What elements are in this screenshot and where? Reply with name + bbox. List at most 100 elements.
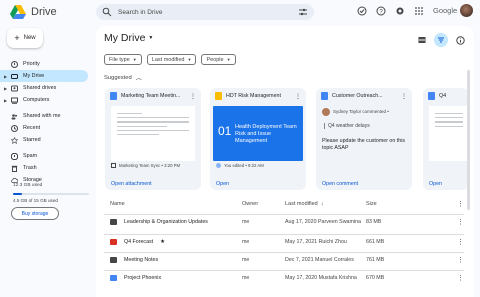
table-row[interactable]: Meeting Notes me Dec 7, 2021 Manuel Corr… <box>104 252 464 267</box>
column-owner[interactable]: Owner <box>242 201 258 207</box>
more-icon[interactable]: ⋮ <box>457 238 464 246</box>
sidebar-item-computers[interactable]: ▶ Computers <box>0 94 92 106</box>
more-icon[interactable]: ⋮ <box>457 274 464 282</box>
more-icon[interactable]: ⋮ <box>457 218 464 226</box>
more-icon[interactable]: ⋮ <box>190 93 196 100</box>
help-icon[interactable]: ? <box>376 6 386 16</box>
search-icon[interactable] <box>102 7 112 17</box>
sidebar-item-recent[interactable]: Recent <box>0 122 92 134</box>
more-icon[interactable]: ⋮ <box>401 93 407 100</box>
storage-progress-fill <box>13 193 23 195</box>
doc-icon <box>321 92 328 100</box>
card-header: Customer Outreach... ⋮ <box>316 88 412 104</box>
doc-icon <box>428 92 435 100</box>
shared-folder-icon <box>110 275 117 281</box>
ready-offline-icon[interactable] <box>357 6 367 16</box>
trash-icon <box>11 165 18 172</box>
plus-icon: + <box>14 32 20 43</box>
app-title: Drive <box>31 6 57 18</box>
table-row[interactable]: Q4 Forecast ★ me May 17, 2021 Ruichi Zhou… <box>104 234 464 249</box>
list-view-icon[interactable] <box>418 36 426 44</box>
more-icon[interactable]: ⋮ <box>457 200 464 208</box>
spam-icon <box>11 152 18 160</box>
open-link[interactable]: Open <box>210 178 229 190</box>
buy-storage-button[interactable]: Buy storage <box>11 207 59 220</box>
avatar[interactable] <box>460 4 473 17</box>
chip-people[interactable]: People ▼ <box>201 54 236 65</box>
drive-logo-icon <box>10 5 26 19</box>
search-bar[interactable]: Search in Drive <box>96 4 314 20</box>
slide-title: Health Deployment Team Risk and Issue Ma… <box>235 124 297 144</box>
card-header: Q4 <box>423 88 468 104</box>
card-header: HDT Risk Management ⋮ <box>210 88 306 104</box>
sort-arrow-icon: ↓ <box>320 201 324 207</box>
apps-grid-icon[interactable] <box>414 6 424 16</box>
sidebar-item-my-drive[interactable]: ▶ My Drive <box>0 70 88 82</box>
column-size[interactable]: Size <box>366 201 377 207</box>
computers-icon <box>11 97 18 104</box>
sidebar-item-trash[interactable]: Trash <box>0 162 92 174</box>
open-comment-link[interactable]: Open comment <box>316 178 358 190</box>
column-name[interactable]: Name <box>110 201 125 207</box>
sidebar-item-shared-with-me[interactable]: Shared with me <box>0 110 92 122</box>
doc-icon <box>110 92 117 100</box>
filter-toggle[interactable] <box>434 33 448 47</box>
search-options-icon[interactable] <box>298 7 308 17</box>
slide-number: 01 <box>218 124 232 138</box>
card-header: Marketing Team Meetin... ⋮ <box>105 88 201 104</box>
expand-icon[interactable]: ▶ <box>4 86 7 91</box>
card-meta: Marketing Team Sync • 3:20 PM <box>111 163 180 168</box>
document-preview <box>429 106 468 161</box>
new-button[interactable]: + New <box>7 28 43 48</box>
suggested-card[interactable]: HDT Risk Management ⋮ 01 Health Deployme… <box>210 88 306 190</box>
sidebar-item-shared-drives[interactable]: ▶ Shared drives <box>0 82 92 94</box>
open-link[interactable]: Open <box>423 178 442 190</box>
shared-with-me-icon <box>11 113 17 119</box>
recent-icon <box>11 124 18 132</box>
header-actions: ? <box>357 6 424 16</box>
starred-icon <box>11 136 18 144</box>
sidebar-nav: Priority ▶ My Drive ▶ Shared drives ▶ Co… <box>0 58 92 186</box>
settings-icon[interactable] <box>395 6 405 16</box>
new-button-label: New <box>23 35 36 41</box>
expand-icon[interactable]: ▶ <box>4 74 7 79</box>
edit-icon <box>216 163 221 168</box>
chip-file-type[interactable]: File type ▼ <box>104 54 142 65</box>
chip-last-modified[interactable]: Last modified ▼ <box>146 54 197 65</box>
shared-folder-icon <box>110 239 117 245</box>
filter-chips: File type ▼ Last modified ▼ People ▼ <box>104 54 236 65</box>
suggested-card[interactable]: Marketing Team Meetin... ⋮ Marketing Tea… <box>105 88 201 190</box>
table-row[interactable]: Project Phoenix me May 17, 2020 Mustafa … <box>104 270 464 285</box>
caret-down-icon: ▼ <box>132 57 137 62</box>
storage-detail: 4.5 GB of 15 GB used <box>13 198 58 203</box>
sidebar-item-spam[interactable]: Spam <box>0 150 92 162</box>
suggested-card[interactable]: Q4 Open <box>423 88 468 190</box>
slides-icon <box>215 92 222 100</box>
shared-drives-icon <box>11 85 18 91</box>
scrollbar[interactable] <box>467 70 470 210</box>
table-row[interactable]: Leadership & Organization Updates me Aug… <box>104 214 464 229</box>
calendar-icon <box>111 163 116 168</box>
page-title[interactable]: My Drive ▼ <box>104 32 153 44</box>
chevron-up-icon: ︿ <box>135 76 142 82</box>
column-last-modified[interactable]: Last modified ↓ <box>285 201 323 207</box>
drive-logo[interactable]: Drive <box>10 4 57 20</box>
comment-quote: Q4 weather delays <box>324 123 370 129</box>
sidebar-item-priority[interactable]: Priority <box>0 58 92 70</box>
more-icon[interactable]: ⋮ <box>457 256 464 264</box>
more-icon[interactable]: ⋮ <box>295 93 301 100</box>
slide-preview: 01 Health Deployment Team Risk and Issue… <box>213 106 303 161</box>
sidebar-item-starred[interactable]: Starred <box>0 134 92 146</box>
comment-author: Sydney Taylor commented • <box>333 109 389 114</box>
open-attachment-link[interactable]: Open attachment <box>105 178 152 190</box>
search-input[interactable]: Search in Drive <box>118 9 292 16</box>
document-preview <box>111 106 195 161</box>
suggested-header[interactable]: Suggested ︿ <box>104 73 142 83</box>
storage-used-label: 12.3 GB used <box>13 183 43 188</box>
folder-icon <box>110 219 117 225</box>
info-icon[interactable] <box>456 35 465 45</box>
caret-down-icon: ▼ <box>148 35 154 41</box>
comment-avatar <box>322 108 330 116</box>
expand-icon[interactable]: ▶ <box>4 98 7 103</box>
suggested-card[interactable]: Customer Outreach... ⋮ Sydney Taylor com… <box>316 88 412 190</box>
